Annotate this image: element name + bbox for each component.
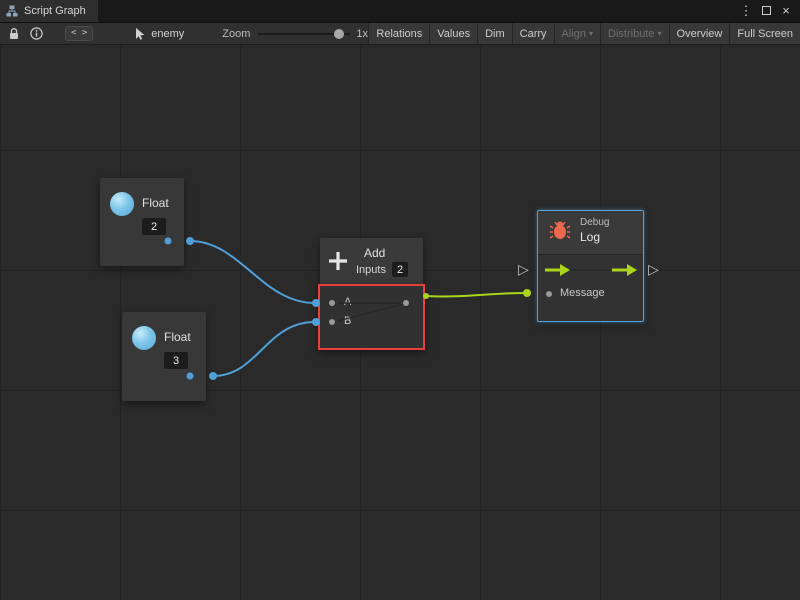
overview-button[interactable]: Overview: [669, 23, 730, 44]
code-icon: < >: [71, 28, 87, 38]
values-button[interactable]: Values: [429, 23, 477, 44]
align-label: Align: [562, 28, 586, 40]
code-button[interactable]: < >: [65, 26, 93, 41]
script-graph-icon: [6, 5, 18, 17]
menu-icon[interactable]: ⋮: [738, 0, 754, 22]
full-screen-button[interactable]: Full Screen: [729, 23, 800, 44]
flow-output-triangle[interactable]: ▷: [648, 262, 659, 276]
message-port-label: Message: [560, 287, 605, 299]
maximize-icon[interactable]: [758, 0, 774, 22]
zoom-slider-knob[interactable]: [334, 29, 344, 39]
wire-float2-to-add-b[interactable]: [213, 322, 315, 376]
add-node-header[interactable]: Add Inputs 2: [320, 238, 423, 285]
chevron-down-icon: ▾: [658, 29, 662, 38]
debug-title-label: Log: [580, 230, 609, 244]
float-node-title: Float: [164, 330, 191, 344]
float-node-1[interactable]: Float 2: [100, 178, 184, 266]
script-graph-window: Script Graph ⋮ × < > enemy Zoom: [0, 0, 800, 600]
tab-script-graph[interactable]: Script Graph: [0, 0, 98, 22]
wire-add-to-debug-message[interactable]: [426, 293, 526, 296]
plus-icon: [326, 249, 350, 273]
info-icon[interactable]: [30, 27, 43, 40]
distribute-button[interactable]: Distribute ▾: [600, 23, 668, 44]
chevron-down-icon: ▾: [589, 29, 593, 38]
port-b-label: B: [344, 315, 351, 327]
add-node-title: Add: [364, 246, 408, 260]
add-inputs-count-field[interactable]: 2: [392, 262, 408, 277]
graph-breadcrumb[interactable]: enemy: [135, 28, 184, 40]
wire2-start-knob[interactable]: [209, 372, 217, 380]
debug-log-node[interactable]: Debug Log Message: [537, 210, 644, 322]
maximize-box: [762, 6, 771, 15]
toolbar: < > enemy Zoom 1x Relations Values Dim C…: [0, 22, 800, 45]
zoom-slider[interactable]: [258, 27, 350, 41]
add-inputs-label: Inputs: [356, 264, 386, 276]
carry-button[interactable]: Carry: [512, 23, 554, 44]
dim-button[interactable]: Dim: [477, 23, 512, 44]
port-a-label: A: [344, 296, 351, 308]
relations-button[interactable]: Relations: [368, 23, 429, 44]
tab-title: Script Graph: [24, 5, 86, 17]
graph-name-label: enemy: [151, 28, 184, 40]
toolbar-button-group: Relations Values Dim Carry Align ▾ Distr…: [368, 23, 800, 44]
lock-icon[interactable]: [8, 27, 20, 40]
zoom-label: Zoom: [222, 28, 250, 40]
bug-head: [557, 222, 563, 228]
wire1-start-knob[interactable]: [186, 237, 194, 245]
float-node-title: Float: [142, 196, 169, 210]
zoom-value: 1x: [356, 28, 368, 40]
add-node-body[interactable]: A B: [318, 284, 425, 350]
debug-node-header: Debug Log: [538, 211, 643, 255]
float-icon: [110, 192, 134, 216]
debug-category-label: Debug: [580, 217, 609, 228]
float-node-2[interactable]: Float 3: [122, 312, 206, 401]
titlebar: Script Graph ⋮ ×: [0, 0, 800, 22]
align-button[interactable]: Align ▾: [554, 23, 600, 44]
distribute-label: Distribute: [608, 28, 654, 40]
graph-canvas[interactable]: Float 2 Float 3 Add Inputs 2 A B: [0, 45, 800, 600]
float-icon: [132, 326, 156, 350]
wire-float1-to-add-a[interactable]: [190, 241, 315, 303]
bug-icon: [549, 220, 571, 242]
window-controls: ⋮ ×: [738, 0, 800, 22]
float-value-field[interactable]: 2: [142, 218, 166, 235]
float-value-field[interactable]: 3: [164, 352, 188, 369]
flow-input-triangle[interactable]: ▷: [518, 262, 529, 276]
cursor-icon: [135, 28, 146, 40]
wire3-end-knob[interactable]: [523, 289, 531, 297]
close-icon[interactable]: ×: [778, 0, 794, 22]
